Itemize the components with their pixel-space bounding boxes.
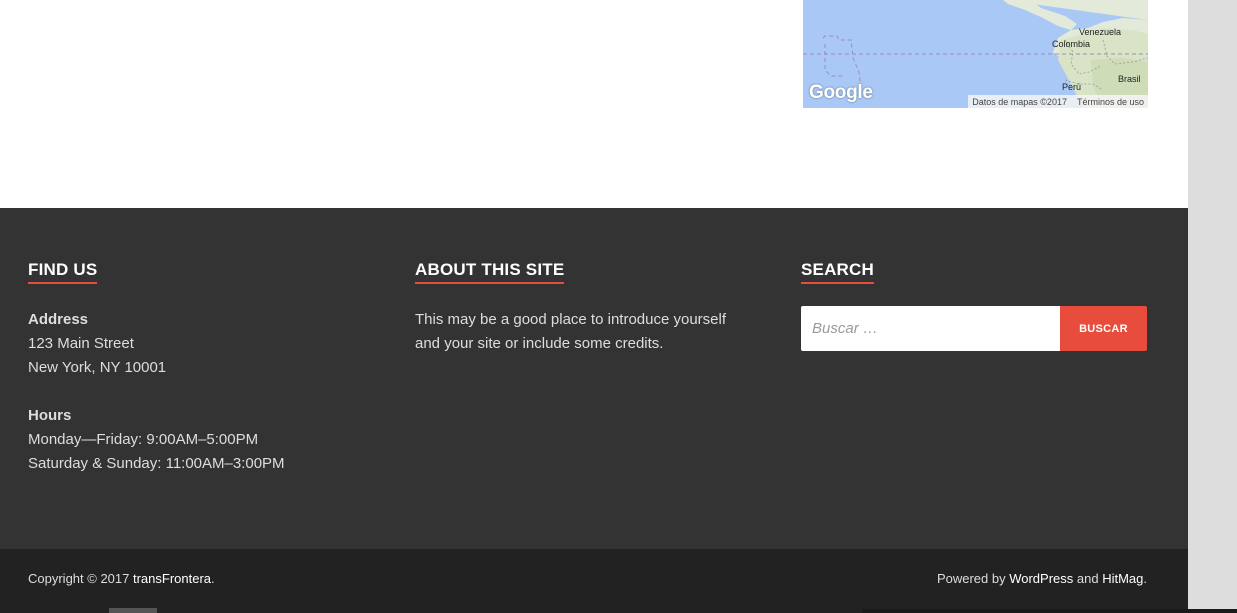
about-title: ABOUT THIS SITE: [415, 260, 565, 284]
google-logo[interactable]: Google: [809, 82, 873, 104]
bottom-tab[interactable]: [109, 608, 157, 613]
search-title: SEARCH: [801, 260, 874, 284]
powered-prefix: Powered by: [936, 571, 1010, 586]
powered-by: Powered by WordPress and HitMag.: [937, 571, 1147, 586]
site-name-link[interactable]: transFrontera: [133, 571, 211, 586]
powered-and: and: [1073, 571, 1103, 586]
search-form: BUSCAR: [801, 306, 1147, 351]
wordpress-link[interactable]: WordPress: [1009, 571, 1073, 586]
about-content: This may be a good place to introduce yo…: [415, 308, 726, 356]
about-line-1: This may be a good place to introduce yo…: [415, 311, 727, 328]
address-heading: Address: [28, 311, 89, 328]
about-line-2: and your site or include some credits.: [415, 335, 664, 352]
find-us-title: FIND US: [28, 260, 98, 284]
search-button[interactable]: BUSCAR: [1060, 306, 1147, 351]
powered-suffix: .: [1143, 571, 1147, 586]
hours-line-1: Monday—Friday: 9:00AM–5:00PM: [28, 431, 259, 448]
find-us-content: Address 123 Main Street New York, NY 100…: [28, 308, 285, 476]
hitmag-link[interactable]: HitMag: [1102, 571, 1143, 586]
map-attribution: Datos de mapas ©2017: [972, 96, 1067, 107]
copyright-prefix: Copyright © 2017: [28, 571, 133, 586]
map-label-colombia: Colombia: [1052, 39, 1091, 49]
find-us-widget: FIND US Address 123 Main Street New York…: [28, 260, 285, 476]
map-attribution-bar: Datos de mapas ©2017 Términos de uso: [968, 95, 1148, 108]
map-widget[interactable]: Venezuela Colombia Brasil Perú Google Da…: [803, 0, 1148, 108]
address-line-1: 123 Main Street: [28, 335, 134, 352]
scroll-gutter: [1188, 0, 1237, 613]
copyright: Copyright © 2017 transFrontera.: [28, 571, 215, 586]
site-info-bar: Copyright © 2017 transFrontera. Powered …: [0, 549, 1188, 613]
map-label-peru: Perú: [1062, 82, 1082, 92]
search-widget: SEARCH BUSCAR: [801, 260, 1147, 351]
map-terms-link[interactable]: Términos de uso: [1077, 97, 1144, 107]
hours-heading: Hours: [28, 407, 72, 424]
map-label-venezuela: Venezuela: [1079, 27, 1122, 37]
hours-line-2: Saturday & Sunday: 11:00AM–3:00PM: [28, 455, 285, 472]
search-input[interactable]: [801, 306, 1060, 351]
taskbar-edge: [862, 609, 1237, 613]
address-line-2: New York, NY 10001: [28, 359, 167, 376]
footer-widgets: FIND US Address 123 Main Street New York…: [0, 208, 1188, 549]
copyright-suffix: .: [211, 571, 215, 586]
about-widget: ABOUT THIS SITE This may be a good place…: [415, 260, 726, 356]
map-label-brasil: Brasil: [1118, 74, 1141, 84]
